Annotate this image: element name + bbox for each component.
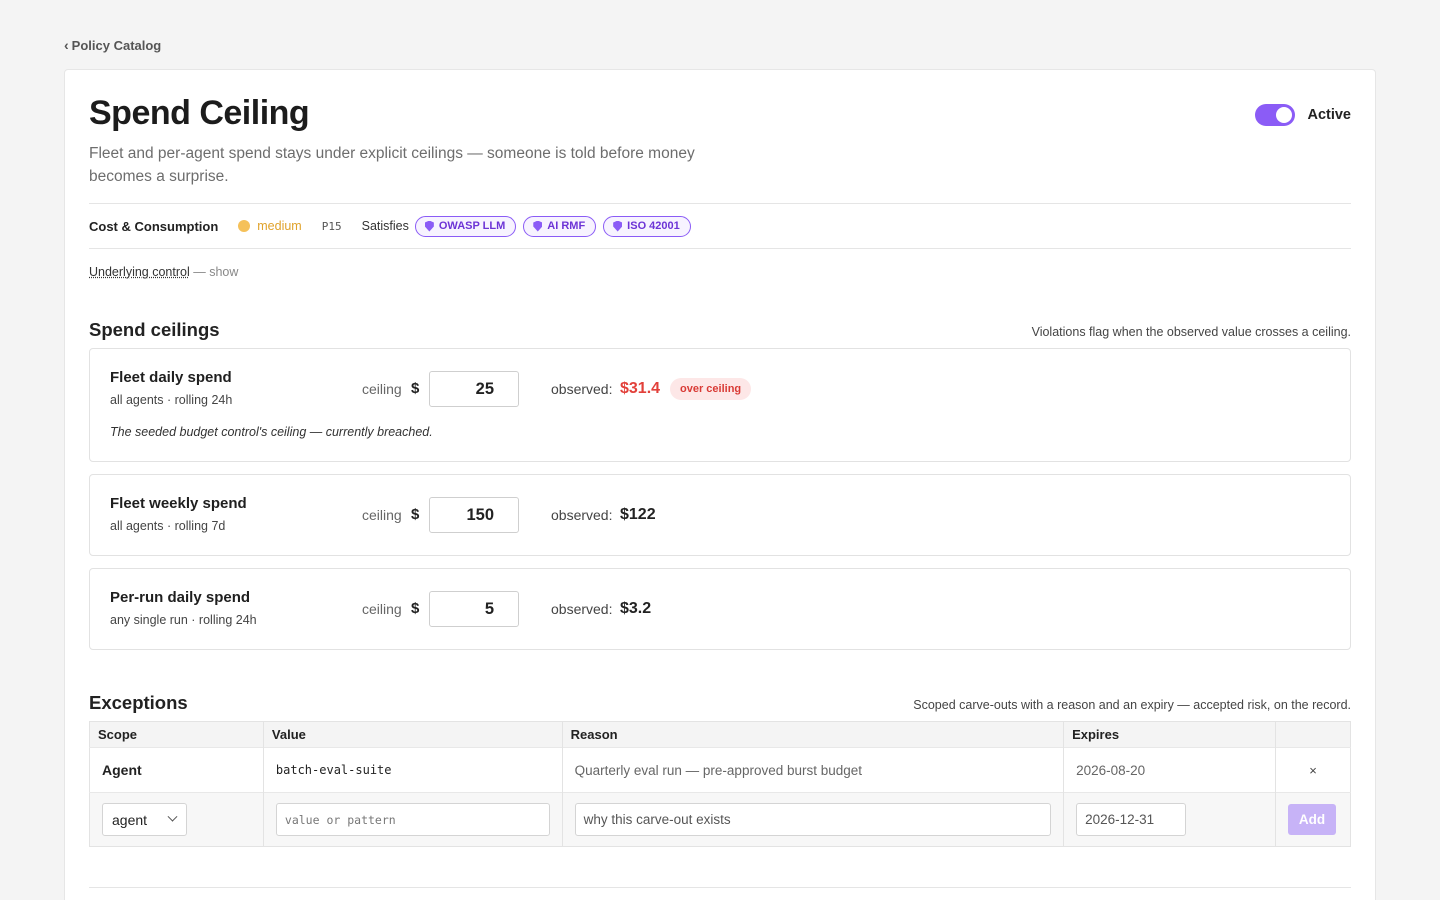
category-label: Cost & Consumption xyxy=(89,218,219,234)
policy-description: Fleet and per-agent spend stays under ex… xyxy=(89,145,695,185)
ceiling-card: Fleet daily spend all agents · rolling 2… xyxy=(89,348,1351,462)
column-header-scope: Scope xyxy=(89,721,264,748)
ceilings-section-title: Spend ceilings xyxy=(89,319,220,340)
column-header-reason: Reason xyxy=(562,721,1065,748)
shield-icon xyxy=(613,220,623,232)
scope-select-value: agent xyxy=(112,811,148,828)
table-header-row: Scope Value Reason Expires xyxy=(89,721,1351,748)
ceilings-section-header: Spend ceilings Violations flag when the … xyxy=(89,319,1351,341)
satisfies-label: Satisfies xyxy=(361,219,409,233)
ceiling-scope: all agents · rolling 7d xyxy=(110,519,226,533)
framework-badge[interactable]: AI RMF xyxy=(523,215,597,237)
exceptions-section-header: Exceptions Scoped carve-outs with a reas… xyxy=(89,692,1351,714)
column-header-expires: Expires xyxy=(1063,721,1276,748)
currency-symbol: $ xyxy=(411,600,420,617)
active-toggle[interactable] xyxy=(1255,104,1296,126)
observed-value: $122 xyxy=(620,506,656,523)
exception-reason: Quarterly eval run — pre-approved burst … xyxy=(562,747,1065,793)
currency-symbol: $ xyxy=(411,380,420,397)
underlying-control-show[interactable]: — show xyxy=(193,265,238,279)
framework-badge-label: ISO 42001 xyxy=(627,220,680,232)
expires-date-input[interactable]: 2026-12-31 xyxy=(1076,803,1187,836)
exception-value: batch-eval-suite xyxy=(263,747,563,793)
reason-placeholder: why this carve-out exists xyxy=(583,812,731,827)
new-scope-cell: agent xyxy=(89,792,264,847)
ceiling-note: The seeded budget control's ceiling — cu… xyxy=(110,425,433,439)
framework-badge-label: AI RMF xyxy=(547,220,586,232)
policy-detail-card: Spend Ceiling Fleet and per-agent spend … xyxy=(64,69,1376,900)
exceptions-section-title: Exceptions xyxy=(89,692,188,713)
column-header-actions xyxy=(1275,721,1351,748)
add-exception-button[interactable]: Add xyxy=(1287,804,1336,835)
exception-scope: Agent xyxy=(89,747,264,793)
value-pattern-placeholder: value or pattern xyxy=(284,812,396,827)
severity-dot-icon xyxy=(238,220,251,232)
policy-meta-bar: Cost & Consumption medium P15 Satisfies … xyxy=(89,203,1351,249)
ceiling-label: ceiling xyxy=(362,601,402,617)
ceiling-name: Per-run daily spend xyxy=(110,589,251,606)
new-value-cell: value or pattern xyxy=(263,792,563,847)
underlying-control-row: Underlying control — show xyxy=(89,265,238,279)
policy-code: P15 xyxy=(321,219,342,233)
ceiling-input[interactable] xyxy=(429,497,519,533)
observed-label: observed: xyxy=(551,381,613,397)
observed-label: observed: xyxy=(551,601,613,617)
column-header-value: Value xyxy=(263,721,563,748)
shield-icon xyxy=(533,220,543,232)
status-label: Active xyxy=(1307,107,1351,123)
currency-symbol: $ xyxy=(411,506,420,523)
expires-date-value: 2026-12-31 xyxy=(1085,812,1155,827)
value-pattern-input[interactable]: value or pattern xyxy=(275,803,550,836)
ceiling-name: Fleet daily spend xyxy=(110,369,232,386)
close-icon: × xyxy=(1309,762,1317,778)
observed-value: $31.4 xyxy=(620,380,661,397)
exception-expires: 2026-08-20 xyxy=(1063,747,1276,793)
new-action-cell: Add xyxy=(1275,792,1351,847)
policy-status: Active xyxy=(1255,104,1351,126)
ceiling-scope: all agents · rolling 24h xyxy=(110,393,233,407)
toggle-knob xyxy=(1276,107,1293,123)
ceiling-label: ceiling xyxy=(362,381,402,397)
shield-icon xyxy=(424,220,434,232)
ceiling-card: Fleet weekly spend all agents · rolling … xyxy=(89,474,1351,556)
ceiling-name: Fleet weekly spend xyxy=(110,495,247,512)
exceptions-table: Scope Value Reason Expires Agent batch-e… xyxy=(89,721,1351,847)
framework-badge[interactable]: ISO 42001 xyxy=(603,215,691,237)
severity-label: medium xyxy=(257,219,302,233)
scope-select[interactable]: agent xyxy=(102,803,187,836)
back-link-label: Policy Catalog xyxy=(71,37,162,53)
section-divider xyxy=(89,887,1351,888)
ceiling-label: ceiling xyxy=(362,507,402,523)
over-ceiling-badge: over ceiling xyxy=(670,378,752,400)
new-expires-cell: 2026-12-31 xyxy=(1063,792,1276,847)
underlying-control-link[interactable]: Underlying control xyxy=(89,265,190,279)
new-reason-cell: why this carve-out exists xyxy=(562,792,1065,847)
ceiling-input[interactable] xyxy=(429,371,519,407)
new-exception-row: agent value or pattern why this carve-ou… xyxy=(89,792,1351,847)
observed-value: $3.2 xyxy=(620,600,652,617)
ceiling-input[interactable] xyxy=(429,591,519,627)
exceptions-section-note: Scoped carve-outs with a reason and an e… xyxy=(913,698,1351,712)
observed-label: observed: xyxy=(551,507,613,523)
ceiling-scope: any single run · rolling 24h xyxy=(110,613,257,627)
reason-input[interactable]: why this carve-out exists xyxy=(574,803,1052,836)
page-title: Spend Ceiling xyxy=(89,94,310,132)
framework-badge[interactable]: OWASP LLM xyxy=(414,215,517,237)
chevron-left-icon: ‹ xyxy=(64,37,69,53)
remove-exception-button[interactable]: × xyxy=(1275,747,1351,793)
ceilings-section-note: Violations flag when the observed value … xyxy=(1031,325,1351,339)
ceiling-card: Per-run daily spend any single run · rol… xyxy=(89,568,1351,650)
framework-badge-label: OWASP LLM xyxy=(438,220,506,232)
table-row: Agent batch-eval-suite Quarterly eval ru… xyxy=(89,747,1351,793)
back-to-policy-catalog-link[interactable]: ‹ Policy Catalog xyxy=(64,37,161,53)
chevron-down-icon xyxy=(167,811,178,822)
